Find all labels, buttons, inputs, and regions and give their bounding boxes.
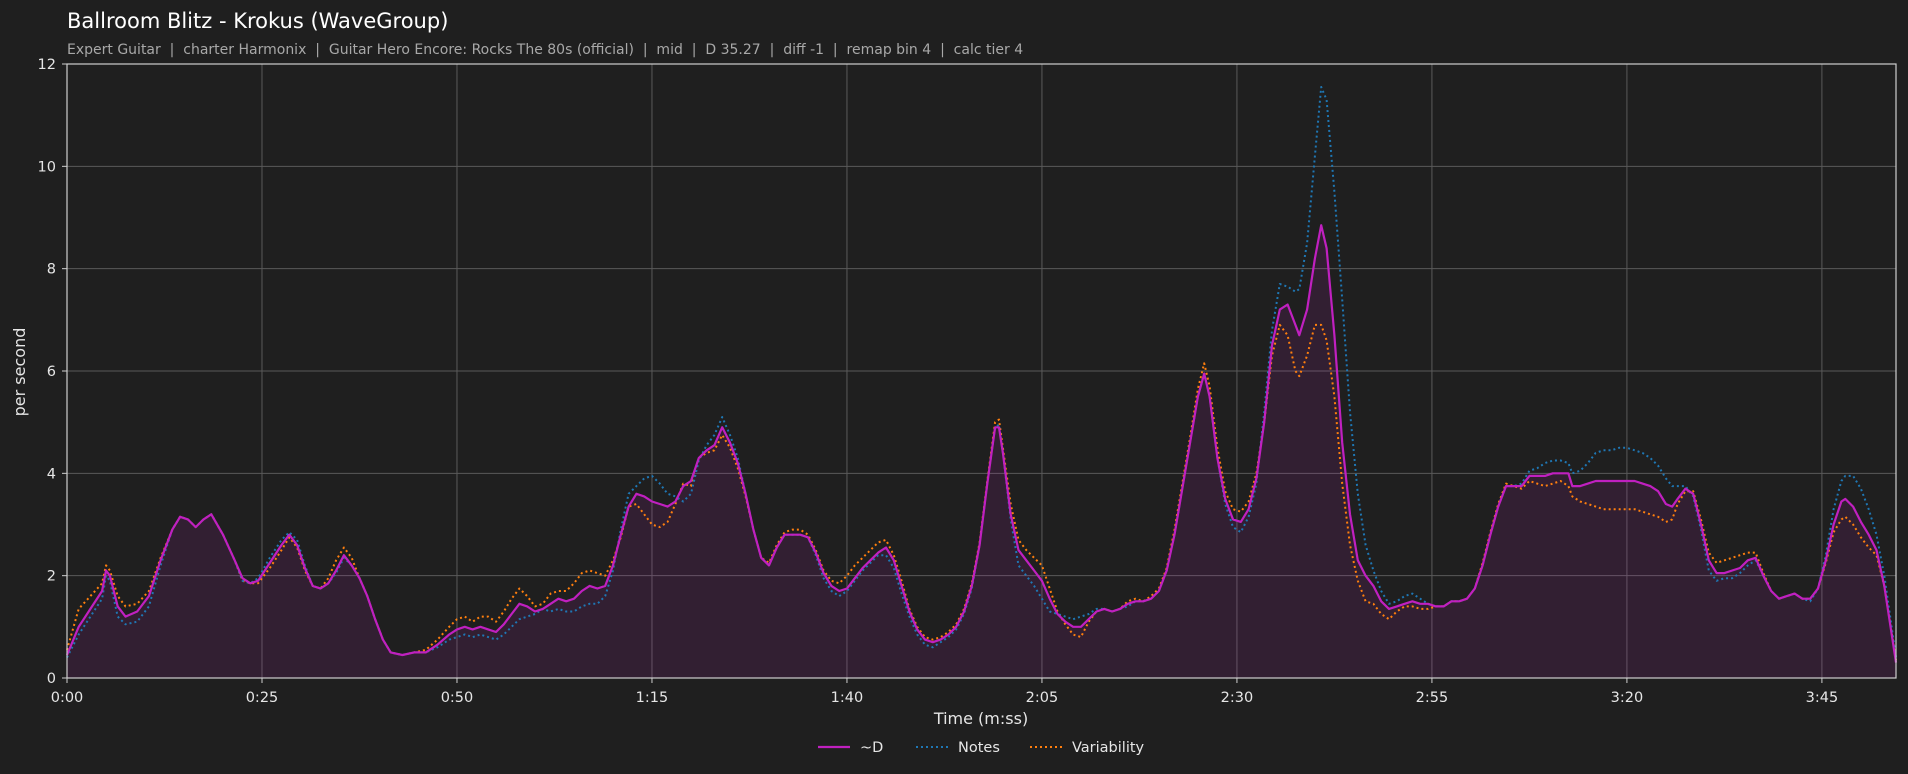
x-axis-label: Time (m:ss): [933, 709, 1028, 728]
chart: Ballroom Blitz - Krokus (WaveGroup) Expe…: [10, 9, 1898, 756]
legend: ~D Notes Variability: [818, 740, 1145, 756]
x-tick-label: 3:20: [1611, 690, 1644, 706]
x-tick-label: 2:30: [1221, 690, 1254, 706]
legend-label-2: Variability: [1072, 740, 1145, 756]
chart-subtitle: Expert Guitar | charter Harmonix | Guita…: [67, 42, 1023, 58]
y-axis-label: per second: [10, 328, 29, 417]
series-area-0: [67, 225, 1896, 678]
x-tick-label: 1:40: [831, 690, 864, 706]
x-tick-label: 3:45: [1806, 690, 1839, 706]
y-tick-label: 10: [38, 159, 56, 175]
chart-title: Ballroom Blitz - Krokus (WaveGroup): [67, 9, 448, 33]
plot-area: 0:00 0:25 0:50 1:15 1:40 2:05 2:30 2:55 3:20 3:45…: [38, 57, 1898, 706]
x-tick-label: 0:50: [441, 690, 474, 706]
y-tick-label: 2: [47, 569, 56, 585]
x-tick-label: 2:05: [1026, 690, 1059, 706]
x-tick-label: 1:15: [636, 690, 669, 706]
x-tick-label: 0:25: [246, 690, 279, 706]
x-tick-label: 2:55: [1416, 690, 1449, 706]
x-tick-label: 0:00: [51, 690, 84, 706]
legend-label-0: ~D: [860, 740, 883, 756]
y-tick-label: 4: [47, 466, 56, 482]
y-tick-label: 8: [47, 262, 56, 278]
y-tick-label: 12: [38, 57, 56, 73]
y-tick-label: 6: [47, 364, 56, 380]
y-tick-label: 0: [47, 671, 56, 687]
legend-label-1: Notes: [958, 740, 1000, 756]
